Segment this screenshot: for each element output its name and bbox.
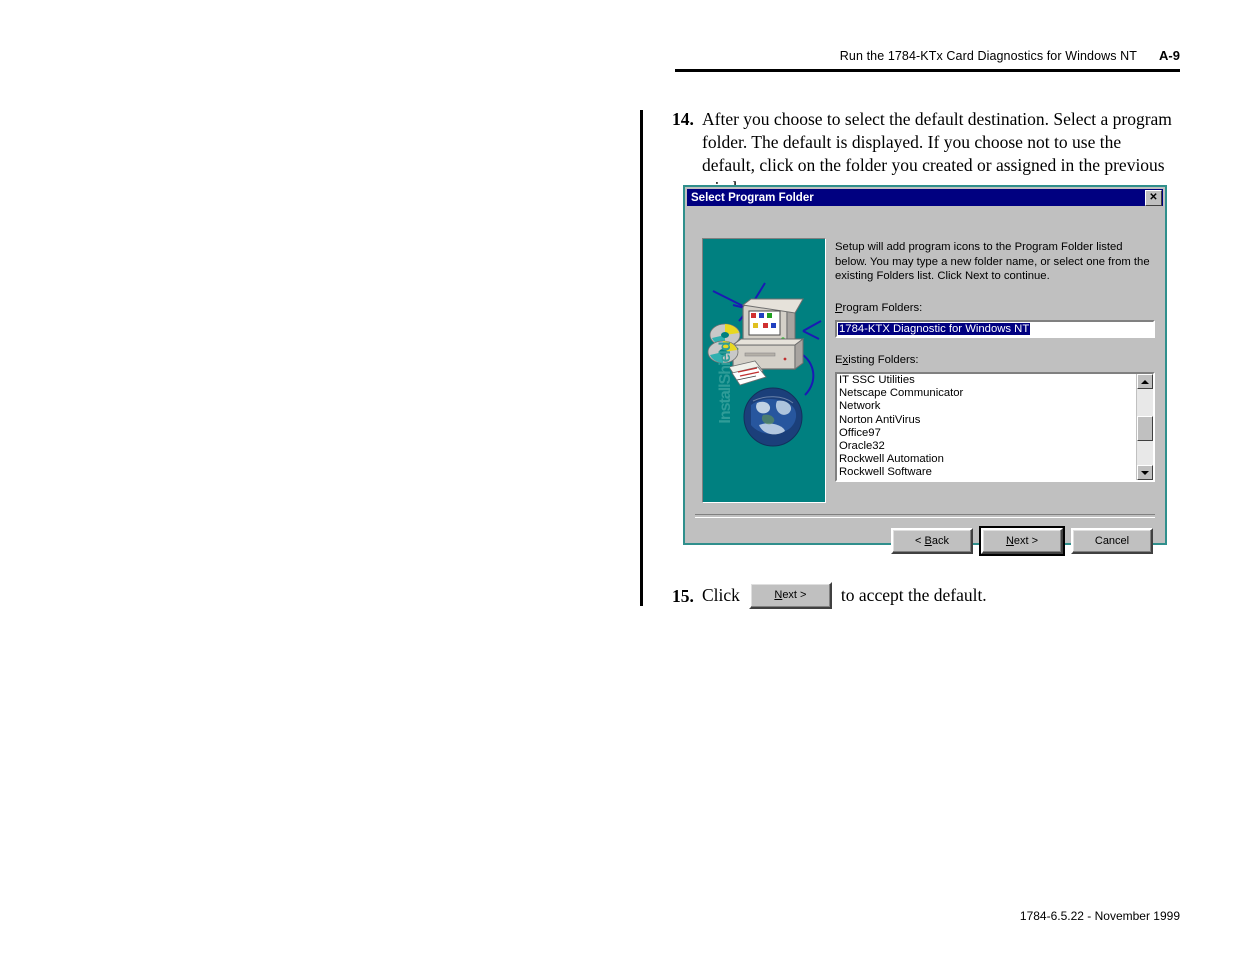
step-15-suffix: to accept the default. [840,585,987,605]
page-header-row: Run the 1784-KTx Card Diagnostics for Wi… [675,48,1180,63]
dialog-description: Setup will add program icons to the Prog… [835,241,1150,283]
existing-folders-label-rest: isting Folders: [848,354,919,366]
page-number: A-9 [1159,48,1180,63]
installshield-watermark: InstallShield [717,342,734,424]
existing-folders-list[interactable]: IT SSC Utilities Netscape Communicator Net… [837,374,1136,480]
list-item[interactable]: Norton AntiVirus [839,414,1136,427]
dialog-button-label: Cancel [1094,535,1130,547]
program-folders-label: Program Folders: [835,302,922,314]
list-item[interactable]: Rockwell Software [839,466,1136,479]
list-item[interactable]: Rockwell Automation [839,453,1136,466]
installshield-art-panel: InstallShield [702,238,826,503]
inline-next-label: Next > [774,589,807,601]
dialog-button-row: < Back Next > Cancel [891,526,1153,556]
header-title: Run the 1784-KTx Card Diagnostics for Wi… [839,49,1138,63]
scrollbar-thumb[interactable] [1137,416,1153,441]
dialog-title: Select Program Folder [691,191,814,204]
list-item[interactable]: Network [839,400,1136,413]
existing-folders-label-pre: E [835,354,843,366]
existing-folders-label: Existing Folders: [835,354,919,366]
dialog-separator [695,514,1155,518]
program-folders-accel: P [835,302,843,314]
existing-folders-listbox[interactable]: IT SSC Utilities Netscape Communicator Net… [835,372,1155,482]
step-15-body: Click Next > to accept the default. [702,582,1177,609]
dialog-titlebar: Select Program Folder ✕ [687,189,1163,206]
step-15: 15. Click Next > to accept the default. [672,582,1177,609]
step-15-prefix: Click [702,585,740,605]
scrollbar-track[interactable] [1137,389,1153,465]
revision-change-bar [640,110,643,606]
dialog-button-back[interactable]: < Back [891,528,973,554]
header-rule [675,69,1180,72]
scroll-down-icon[interactable] [1137,465,1153,480]
list-item[interactable]: IT SSC Utilities [839,374,1136,387]
program-folders-value: 1784-KTX Diagnostic for Windows NT [838,323,1031,335]
scroll-up-icon[interactable] [1137,374,1153,389]
dialog-body: InstallShield Setup will add program ico… [685,206,1165,556]
dialog-button-label: Next > [1005,535,1039,547]
program-folders-label-rest: rogram Folders: [842,302,923,314]
page-footer: 1784-6.5.22 - November 1999 [1019,909,1180,923]
list-item[interactable]: Netscape Communicator [839,387,1136,400]
listbox-scrollbar[interactable] [1136,374,1153,480]
dialog-button-next[interactable]: Next > [979,526,1065,556]
dialog-button-label: < Back [915,535,949,547]
step-15-number: 15. [672,585,694,606]
program-folders-input[interactable]: 1784-KTX Diagnostic for Windows NT [835,320,1155,338]
page-header: Run the 1784-KTx Card Diagnostics for Wi… [675,48,1180,72]
inline-next-button[interactable]: Next > [748,582,832,609]
dialog-button-cancel[interactable]: Cancel [1071,528,1153,554]
select-program-folder-dialog: Select Program Folder ✕ InstallShield Se… [683,185,1167,556]
close-icon[interactable]: ✕ [1145,189,1162,206]
list-item[interactable]: Office97 [839,427,1136,440]
list-item[interactable]: Oracle32 [839,440,1136,453]
